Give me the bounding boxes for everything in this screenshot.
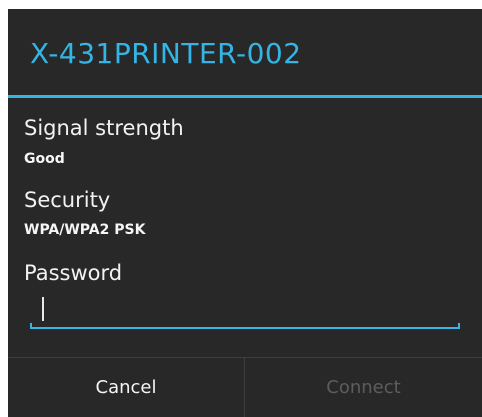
connect-button[interactable]: Connect <box>245 358 482 417</box>
security-label: Security <box>24 188 111 212</box>
dialog-header: X-431PRINTER-002 <box>8 9 482 95</box>
header-divider <box>8 95 482 98</box>
security-value: WPA/WPA2 PSK <box>24 222 146 238</box>
wifi-connect-dialog: X-431PRINTER-002 Signal strength Good Se… <box>8 9 482 417</box>
signal-strength-value: Good <box>24 151 65 167</box>
network-name-title: X-431PRINTER-002 <box>30 37 302 70</box>
cancel-button[interactable]: Cancel <box>8 358 244 417</box>
password-underline <box>30 327 460 329</box>
password-underline-tick-left <box>30 323 32 329</box>
dialog-button-bar: Cancel Connect <box>8 357 482 417</box>
password-input[interactable] <box>30 295 460 327</box>
text-cursor <box>42 297 44 321</box>
signal-strength-label: Signal strength <box>24 116 184 140</box>
password-field[interactable] <box>30 295 460 329</box>
password-label: Password <box>24 261 123 285</box>
password-underline-tick-right <box>458 323 460 329</box>
